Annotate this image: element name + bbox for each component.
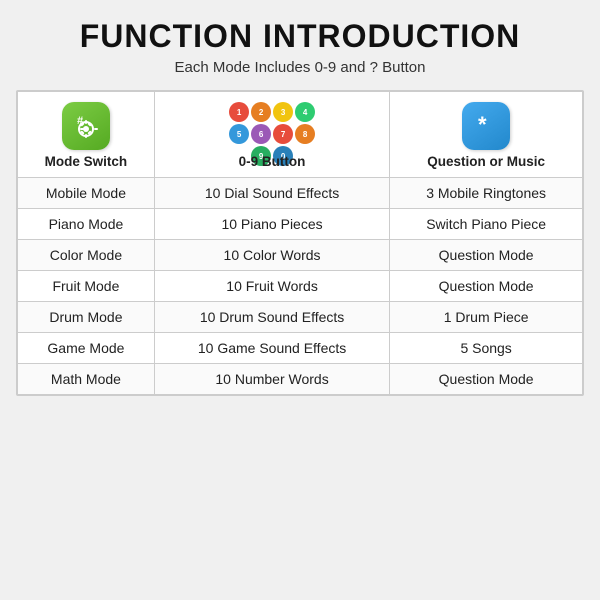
- extra-cell: Question Mode: [390, 240, 583, 271]
- num-circle-7: 7: [273, 124, 293, 144]
- num-circle-4: 4: [295, 102, 315, 122]
- extra-cell: 1 Drum Piece: [390, 302, 583, 333]
- extra-cell: Switch Piano Piece: [390, 209, 583, 240]
- header-question-music-label: Question or Music: [427, 154, 545, 169]
- button-cell: 10 Game Sound Effects: [154, 333, 389, 364]
- mode-cell: Mobile Mode: [18, 178, 155, 209]
- svg-text:*: *: [478, 112, 487, 137]
- mode-cell: Color Mode: [18, 240, 155, 271]
- extra-cell: Question Mode: [390, 271, 583, 302]
- button-cell: 10 Drum Sound Effects: [154, 302, 389, 333]
- num-circle-6: 6: [251, 124, 271, 144]
- mode-cell: Math Mode: [18, 364, 155, 395]
- subtitle: Each Mode Includes 0-9 and ? Button: [174, 59, 425, 76]
- header-mode-switch-label: Mode Switch: [45, 154, 128, 169]
- table-row: Piano Mode10 Piano PiecesSwitch Piano Pi…: [18, 209, 583, 240]
- extra-cell: 3 Mobile Ringtones: [390, 178, 583, 209]
- header-09-button: 1234567890 0-9 Button: [154, 92, 389, 178]
- header-09-label: 0-9 Button: [239, 154, 306, 169]
- mode-cell: Piano Mode: [18, 209, 155, 240]
- button-cell: 10 Number Words: [154, 364, 389, 395]
- num-circle-8: 8: [295, 124, 315, 144]
- table-row: Math Mode10 Number WordsQuestion Mode: [18, 364, 583, 395]
- num-circle-5: 5: [229, 124, 249, 144]
- page-title: FUNCTION INTRODUCTION: [80, 18, 521, 55]
- button-cell: 10 Color Words: [154, 240, 389, 271]
- table-row: Game Mode10 Game Sound Effects5 Songs: [18, 333, 583, 364]
- num-circle-3: 3: [273, 102, 293, 122]
- question-music-icon: *: [462, 102, 510, 150]
- num-circle-2: 2: [251, 102, 271, 122]
- button-cell: 10 Piano Pieces: [154, 209, 389, 240]
- button-cell: 10 Fruit Words: [154, 271, 389, 302]
- extra-cell: Question Mode: [390, 364, 583, 395]
- header-question-music: * Question or Music: [390, 92, 583, 178]
- mode-cell: Fruit Mode: [18, 271, 155, 302]
- table-row: Mobile Mode10 Dial Sound Effects3 Mobile…: [18, 178, 583, 209]
- table-row: Fruit Mode10 Fruit WordsQuestion Mode: [18, 271, 583, 302]
- mode-cell: Drum Mode: [18, 302, 155, 333]
- mode-switch-icon: #: [62, 102, 110, 150]
- mode-cell: Game Mode: [18, 333, 155, 364]
- button-cell: 10 Dial Sound Effects: [154, 178, 389, 209]
- header-mode-switch: #: [18, 92, 155, 178]
- table-row: Color Mode10 Color WordsQuestion Mode: [18, 240, 583, 271]
- num-circle-1: 1: [229, 102, 249, 122]
- 09-button-icon: 1234567890: [227, 102, 317, 150]
- function-table: #: [17, 91, 583, 395]
- main-table-wrapper: #: [16, 90, 584, 396]
- extra-cell: 5 Songs: [390, 333, 583, 364]
- table-row: Drum Mode10 Drum Sound Effects1 Drum Pie…: [18, 302, 583, 333]
